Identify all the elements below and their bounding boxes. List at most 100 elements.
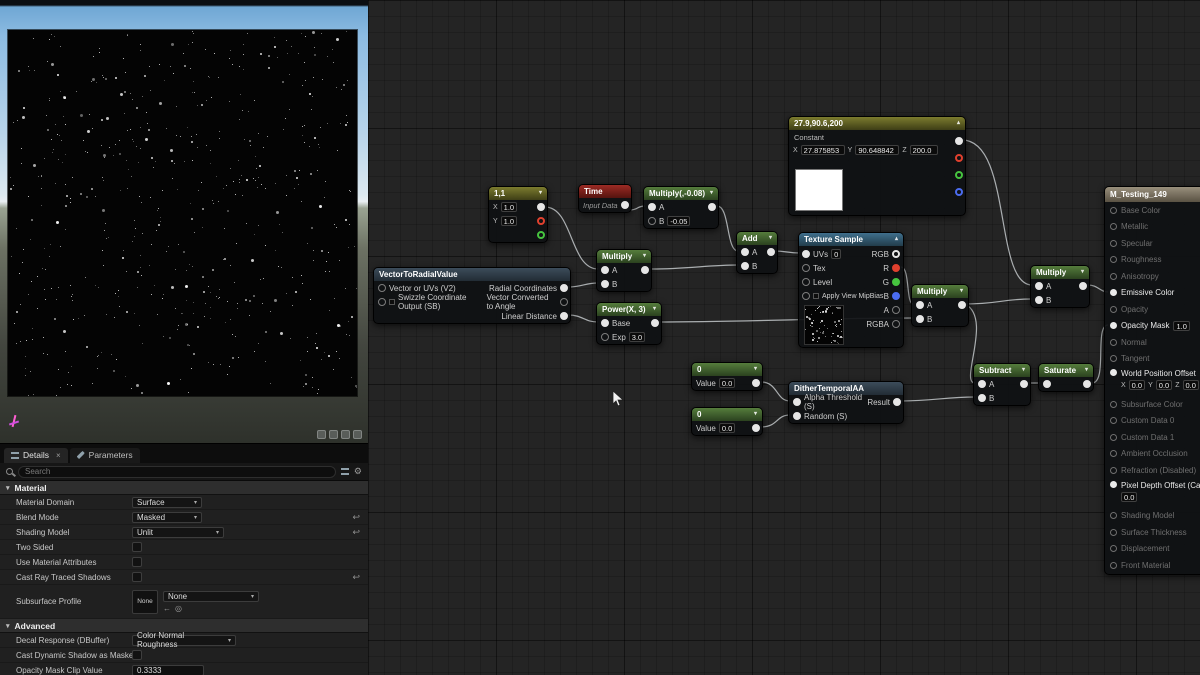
pin-custom-data-1[interactable] [1110,434,1117,441]
pin-front-material[interactable] [1110,562,1117,569]
pin-random-in[interactable] [793,412,801,420]
pin-out[interactable] [1079,282,1087,290]
viewport-shape-icon[interactable] [341,430,350,439]
section-material[interactable]: ▾ Material [0,481,368,495]
b-field[interactable]: -0.05 [667,216,690,226]
material-preview-viewport[interactable] [0,0,368,443]
node-scalar-zero[interactable]: 0 ▾ Value 0.0 [691,362,763,391]
pin-swizzle-in[interactable] [378,298,386,306]
pin-a-in[interactable] [978,380,986,388]
z-field[interactable]: 200.0 [910,145,938,155]
pin-out-r[interactable] [537,217,545,225]
node-dither-temporal-aa[interactable]: DitherTemporalAA Alpha Threshold (S) Res… [788,381,904,424]
pin-a-in[interactable] [601,266,609,274]
pin-emissive-color[interactable] [1110,289,1117,296]
decal-response-dropdown[interactable]: Color Normal Roughness ▾ [132,635,236,646]
filter-icon[interactable] [341,468,349,475]
node-time[interactable]: Time Input Data [578,184,632,213]
node-multiply[interactable]: Multiply ▾ A B [1030,265,1090,308]
viewport-grid-icon[interactable] [329,430,338,439]
pin-base-in[interactable] [601,319,609,327]
wpo-z-field[interactable]: 0.0 [1183,380,1199,390]
pin-out[interactable] [752,424,760,432]
pin-out[interactable] [1020,380,1028,388]
node-saturate[interactable]: Saturate ▾ [1038,363,1094,392]
node-add[interactable]: Add ▾ A B [736,231,778,274]
node-scalar-zero[interactable]: 0 ▾ Value 0.0 [691,407,763,436]
node-multiply[interactable]: Multiply ▾ A B [596,249,652,292]
node-vector-to-radial-value[interactable]: VectorToRadialValue Vector or UVs (V2) R… [373,267,571,324]
pin-exp-in[interactable] [601,333,609,341]
pin-out[interactable] [708,203,716,211]
x-field[interactable]: 27.875853 [801,145,845,155]
pin-b-in[interactable] [978,394,986,402]
x-field[interactable]: 1.0 [501,202,517,212]
pin-out[interactable] [958,301,966,309]
viewport-maximize-icon[interactable] [353,430,362,439]
pin-rgba-out[interactable] [892,320,900,328]
node-multiply-const[interactable]: Multiply(,-0.08) ▾ A B -0.05 [643,186,719,229]
pin-specular[interactable] [1110,240,1117,247]
pin-a-in[interactable] [741,248,749,256]
opacity-mask-clip-field[interactable]: 0.3333 [132,665,204,675]
node-constant3vector[interactable]: 27.9,90.6,200 ▴ Constant X 27.875853 Y 9… [788,116,966,216]
pin-r-out[interactable] [892,264,900,272]
wpo-y-field[interactable]: 0.0 [1156,380,1172,390]
pin-g-out[interactable] [892,278,900,286]
pin-a-in[interactable] [648,203,656,211]
two-sided-checkbox[interactable] [132,542,142,552]
cast-ray-traced-shadows-checkbox[interactable] [132,572,142,582]
pin-out[interactable] [752,379,760,387]
reset-icon[interactable]: ↩ [352,512,360,523]
blend-mode-dropdown[interactable]: Masked ▾ [132,512,202,523]
pin-result-out[interactable] [893,398,901,406]
value-field[interactable]: 0.0 [719,378,735,388]
pin-pixel-depth-offset[interactable] [1110,481,1117,488]
pin-out-b[interactable] [955,188,963,196]
pin-out-g[interactable] [955,171,963,179]
pin-a-in[interactable] [1035,282,1043,290]
pin-alpha-in[interactable] [793,398,801,406]
shading-model-dropdown[interactable]: Unlit ▾ [132,527,224,538]
pin-distance-out[interactable] [560,312,568,320]
pin-opacity-mask[interactable] [1110,322,1117,329]
node-multiply[interactable]: Multiply ▾ A B [911,284,969,327]
use-material-attributes-checkbox[interactable] [132,557,142,567]
pin-tangent[interactable] [1110,355,1117,362]
pin-in[interactable] [1043,380,1051,388]
node-texture-sample[interactable]: Texture Sample ▴ UVs 0 Tex Level Apply V… [798,232,904,348]
wpo-x-field[interactable]: 0.0 [1129,380,1145,390]
viewport-realtime-icon[interactable] [317,430,326,439]
pin-tex-in[interactable] [802,264,810,272]
pin-uvs-in[interactable] [802,250,810,258]
tab-details[interactable]: Details × [4,448,68,463]
pin-displacement[interactable] [1110,545,1117,552]
node-power[interactable]: Power(X, 3) ▾ Base Exp 3.0 [596,302,662,345]
pin-out[interactable] [767,248,775,256]
pin-surface-thickness[interactable] [1110,529,1117,536]
pin-custom-data-0[interactable] [1110,417,1117,424]
y-field[interactable]: 90.648842 [855,145,899,155]
pin-a-out[interactable] [892,306,900,314]
graph-canvas[interactable]: 1,1 ▾ X 1.0 Y 1.0 Time Input Data Multip… [368,0,1200,675]
use-selected-icon[interactable]: ← [163,604,171,613]
pin-roughness[interactable] [1110,256,1117,263]
pin-vector-in[interactable] [378,284,386,292]
pin-refraction[interactable] [1110,467,1117,474]
pin-out-rgb[interactable] [955,137,963,145]
reset-icon[interactable]: ↩ [352,572,360,583]
pin-mip-in[interactable] [802,292,810,300]
pin-b-in[interactable] [648,217,656,225]
mip-checkbox[interactable] [813,293,819,299]
value-field[interactable]: 0.0 [719,423,735,433]
subsurface-profile-dropdown[interactable]: None ▾ [163,591,259,602]
pin-out[interactable] [1083,380,1091,388]
tab-parameters[interactable]: Parameters [70,448,140,463]
pin-out-rgb[interactable] [537,203,545,211]
pin-level-in[interactable] [802,278,810,286]
pin-rgb-out[interactable] [892,250,900,258]
pin-out-g[interactable] [537,231,545,239]
pin-normal[interactable] [1110,339,1117,346]
pin-out[interactable] [641,266,649,274]
color-swatch[interactable] [795,169,843,211]
